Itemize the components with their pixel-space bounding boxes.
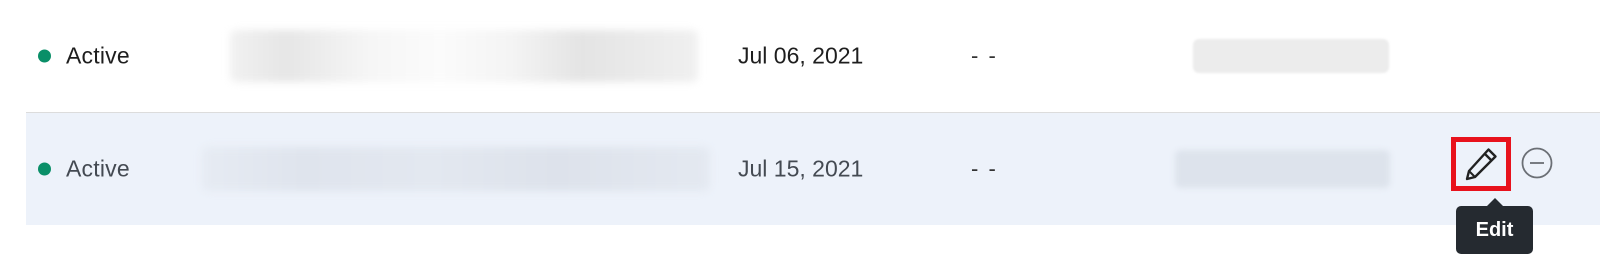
table-row[interactable]: Active Jul 06, 2021 - - (26, 0, 1600, 113)
redacted-name (230, 30, 698, 82)
records-table: Active Jul 06, 2021 - - Active Jul 15, 2… (0, 0, 1600, 272)
status-dot-icon (38, 49, 51, 63)
redacted-name (202, 147, 710, 191)
status-label: Active (66, 42, 130, 69)
status-dot-icon (38, 162, 51, 176)
status-cell: Active (38, 43, 130, 70)
redacted-field (1175, 150, 1390, 188)
value-cell: - - (971, 156, 998, 181)
status-cell: Active (38, 156, 130, 183)
edit-tooltip: Edit (1456, 206, 1533, 254)
redacted-field (1193, 39, 1389, 73)
date-cell: Jul 06, 2021 (738, 42, 864, 69)
edit-button[interactable] (1451, 137, 1511, 191)
status-label: Active (66, 155, 130, 182)
pencil-icon (1465, 148, 1497, 181)
remove-button[interactable] (1521, 147, 1553, 179)
tooltip-arrow (1487, 198, 1503, 206)
table-row[interactable]: Active Jul 15, 2021 - - (26, 113, 1600, 225)
minus-circle-icon (1521, 147, 1553, 179)
value-cell: - - (971, 43, 998, 68)
date-cell: Jul 15, 2021 (738, 155, 864, 182)
